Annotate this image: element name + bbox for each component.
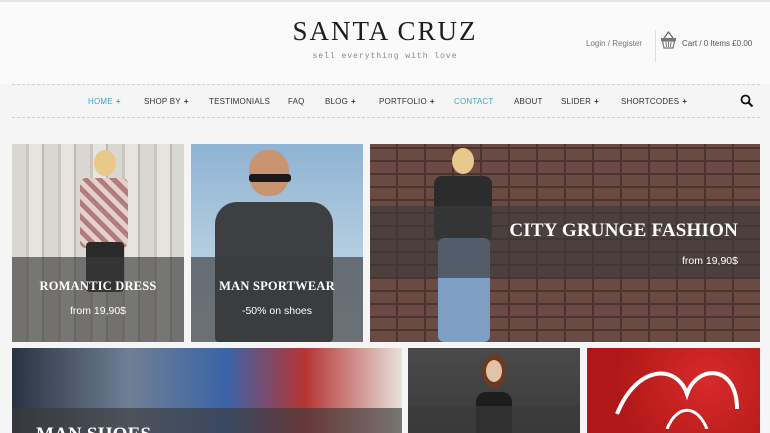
banner-title: ROMANTIC DRESS xyxy=(39,279,157,293)
cart-summary[interactable]: Cart / 0 Items £0.00 xyxy=(682,39,752,48)
nav-item-portfolio[interactable]: PORTFOLIO + xyxy=(379,97,435,106)
header-divider xyxy=(655,30,656,62)
banner-gift-ideas[interactable] xyxy=(587,348,760,433)
banner-subtitle: -50% on shoes xyxy=(241,305,313,317)
submenu-plus-icon: + xyxy=(594,97,599,106)
banner-title: MAN SPORTWEAR xyxy=(219,279,335,293)
site-tagline: sell everything with love xyxy=(312,52,458,61)
site-header: SANTA CRUZ sell everything with love Log… xyxy=(0,0,770,84)
nav-item-contact[interactable]: CONTACT xyxy=(454,97,493,106)
banner-caption-overlay xyxy=(408,406,580,433)
nav-label: PORTFOLIO xyxy=(379,97,427,106)
search-icon[interactable] xyxy=(740,94,754,108)
banner-man-shoes[interactable]: MAN SHOES xyxy=(12,348,402,433)
submenu-plus-icon: + xyxy=(183,97,189,106)
banner-title: MAN SHOES xyxy=(36,424,151,433)
banner-caption-overlay xyxy=(191,257,363,342)
nav-item-faq[interactable]: FAQ xyxy=(288,97,305,106)
basket-icon[interactable] xyxy=(660,31,677,49)
nav-item-blog[interactable]: BLOG + xyxy=(325,97,356,106)
submenu-plus-icon: + xyxy=(429,97,435,106)
submenu-plus-icon: + xyxy=(682,97,688,106)
nav-item-testimonials[interactable]: TESTIMONIALS xyxy=(209,97,270,106)
nav-item-about[interactable]: ABOUT xyxy=(514,97,543,106)
nav-label: SHORTCODES xyxy=(621,97,680,106)
nav-label: FAQ xyxy=(288,97,305,106)
nav-label: CONTACT xyxy=(454,97,494,106)
banner-city-grunge-fashion[interactable]: CITY GRUNGE FASHION from 19,90$ xyxy=(370,144,760,342)
banner-man-sportwear[interactable]: MAN SPORTWEAR -50% on shoes xyxy=(191,144,363,342)
banner-caption-overlay xyxy=(370,206,760,278)
gift-ribbon-icon xyxy=(615,371,739,429)
nav-label: BLOG xyxy=(325,97,349,106)
banner-romantic-dress[interactable]: ROMANTIC DRESS from 19,90$ xyxy=(12,144,184,342)
banner-title: CITY GRUNGE FASHION xyxy=(509,220,738,241)
submenu-plus-icon: + xyxy=(115,97,121,106)
nav-label: TESTIMONIALS xyxy=(209,97,271,106)
nav-item-slider[interactable]: SLIDER + xyxy=(561,97,599,106)
nav-label: HOME xyxy=(88,97,113,106)
nav-item-home[interactable]: HOME + xyxy=(88,97,121,106)
nav-label: ABOUT xyxy=(514,97,543,106)
login-register-link[interactable]: Login / Register xyxy=(586,39,642,48)
banner-caption-overlay xyxy=(12,257,184,342)
site-logo[interactable]: SANTA CRUZ xyxy=(290,16,480,47)
nav-item-shop-by[interactable]: SHOP BY + xyxy=(144,97,189,106)
nav-item-shortcodes[interactable]: SHORTCODES + xyxy=(621,97,687,106)
nav-label: SHOP BY xyxy=(144,97,181,106)
banner-subtitle: from 19,90$ xyxy=(69,305,127,317)
submenu-plus-icon: + xyxy=(351,97,356,106)
banner-woman-portrait[interactable] xyxy=(408,348,580,433)
banner-subtitle: from 19,90$ xyxy=(681,255,738,267)
nav-label: SLIDER xyxy=(561,97,592,106)
main-navigation: HOME + SHOP BY + TESTIMONIALS FAQ BLOG + PO… xyxy=(12,84,760,118)
